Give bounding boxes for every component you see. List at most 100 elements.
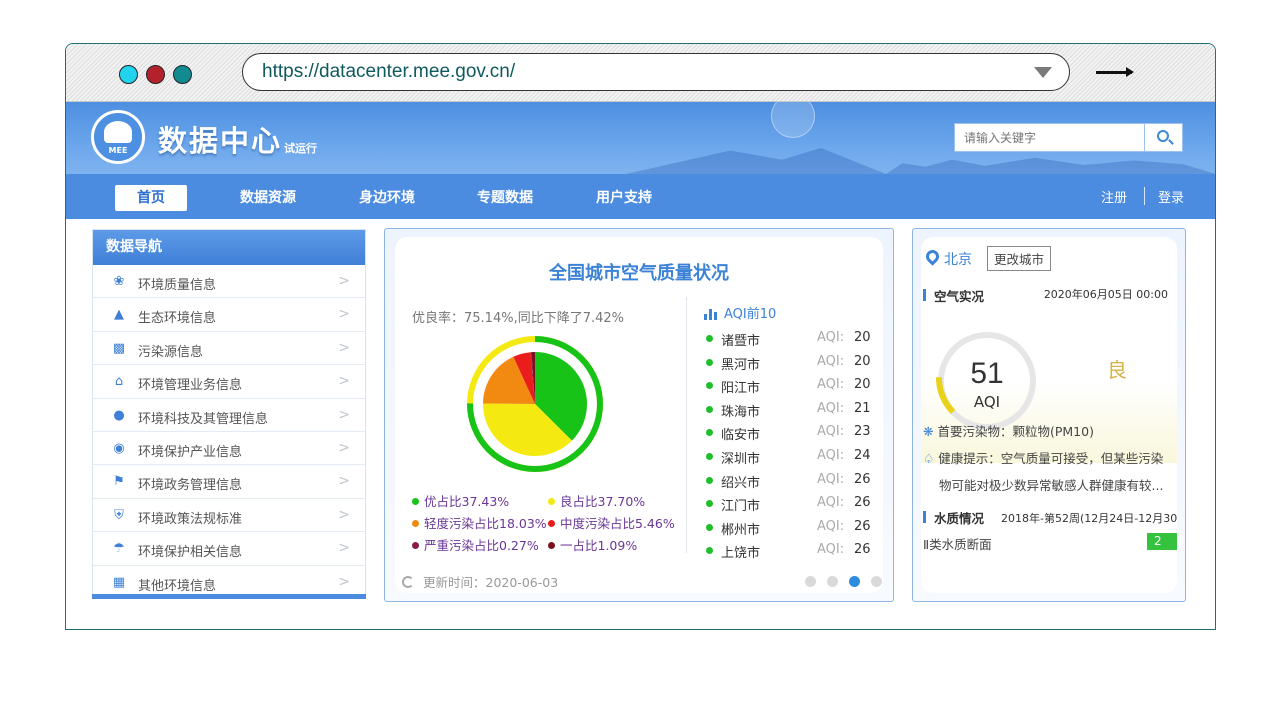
nav-item-user-support[interactable]: 用户支持 xyxy=(596,185,652,211)
sidebar-item-ecology[interactable]: ▲ 生态环境信息 > xyxy=(93,298,365,332)
aqi-label: AQI: xyxy=(817,542,845,558)
good-rate-text: 优良率：75.14%,同比下降了7.42% xyxy=(412,311,624,326)
city-name: 江门市 xyxy=(721,499,761,515)
aqi-city-row[interactable]: 绍兴市 AQI: 26 xyxy=(704,470,874,492)
aqi-city-row[interactable]: 上饶市 AQI: 26 xyxy=(704,540,874,562)
aqi-value: 20 xyxy=(854,377,871,393)
chevron-right-icon: > xyxy=(338,506,350,523)
aqi-value: 24 xyxy=(854,448,871,463)
browser-toolbar: https://datacenter.mee.gov.cn/ xyxy=(66,44,1215,102)
window-control-dot[interactable] xyxy=(146,65,165,84)
shield-icon: ⛨ xyxy=(114,507,124,523)
aqi-value: 26 xyxy=(854,495,871,511)
aqi-city-row[interactable]: 临安市 AQI: 23 xyxy=(704,422,874,444)
city-name: 上饶市 xyxy=(721,546,761,562)
change-city-button[interactable]: 更改城市 xyxy=(987,246,1052,271)
air-quality-panel: 全国城市空气质量状况 优良率：75.14%,同比下降了7.42% 优占比37.4… xyxy=(384,228,894,602)
location-pin-icon xyxy=(923,247,942,266)
site-title[interactable]: 数据中心 xyxy=(158,118,282,160)
sidebar-footer-bar xyxy=(92,594,366,599)
air-quality-pie-chart xyxy=(465,334,605,474)
house-icon: ⌂ xyxy=(114,374,124,390)
city-name: 诸暨市 xyxy=(721,334,761,349)
leaf-icon: ❀ xyxy=(113,274,125,289)
header-decoration xyxy=(626,148,886,174)
sidebar-item-label: 环境保护产业信息 xyxy=(138,444,243,460)
nav-item-thematic-data[interactable]: 专题数据 xyxy=(477,185,533,211)
city-name: 珠海市 xyxy=(721,404,761,420)
sidebar-item-label: 环境政务管理信息 xyxy=(138,478,243,494)
aqi-city-row[interactable]: 诸暨市 AQI: 20 xyxy=(704,328,874,350)
sidebar-item-label: 环境科技及其管理信息 xyxy=(138,411,269,427)
sidebar-title: 数据导航 xyxy=(93,230,365,265)
sidebar-item-government[interactable]: ⚑ 环境政务管理信息 > xyxy=(93,465,365,499)
grid-icon: ▦ xyxy=(112,574,126,590)
register-link[interactable]: 注册 xyxy=(1101,187,1127,206)
aqi-value: 51 xyxy=(970,357,1004,390)
search-button[interactable] xyxy=(1144,124,1182,151)
nav-item-nearby-environment[interactable]: 身边环境 xyxy=(359,185,415,211)
status-dot xyxy=(706,429,713,437)
sidebar-item-pollution-source[interactable]: ▩ 污染源信息 > xyxy=(93,332,365,366)
carousel-dot[interactable] xyxy=(805,576,816,587)
aqi-city-row[interactable]: 深圳市 AQI: 24 xyxy=(704,446,874,468)
arrow-right-icon[interactable] xyxy=(1096,67,1134,77)
status-dot xyxy=(706,335,713,342)
window-control-dot[interactable] xyxy=(173,65,192,84)
sidebar-item-label: 生态环境信息 xyxy=(138,311,217,327)
aqi-city-row[interactable]: 珠海市 AQI: 21 xyxy=(704,399,874,421)
aqi-city-row[interactable]: 阳江市 AQI: 20 xyxy=(704,375,874,397)
bell-icon: ♤ xyxy=(923,451,935,466)
aqi-city-row[interactable]: 郴州市 AQI: 26 xyxy=(704,517,874,539)
nav-divider xyxy=(1144,187,1145,205)
search-input[interactable] xyxy=(955,124,1146,151)
carousel-dot[interactable] xyxy=(827,576,838,587)
health-tip-continued[interactable]: 物可能对极少数异常敏感人群健康有较... xyxy=(939,475,1163,494)
city-name: 郴州市 xyxy=(721,522,761,538)
aqi-value: 23 xyxy=(854,424,871,440)
sidebar-item-label: 环境管理业务信息 xyxy=(138,378,243,394)
sidebar-item-policy[interactable]: ⛨ 环境政策法规标准 > xyxy=(93,499,365,533)
chevron-right-icon: > xyxy=(338,406,350,423)
chevron-down-icon[interactable] xyxy=(1034,67,1052,78)
sidebar-item-related[interactable]: ☂ 环境保护相关信息 > xyxy=(93,532,365,566)
status-dot xyxy=(706,476,713,484)
refresh-icon[interactable] xyxy=(402,576,414,588)
city-name: 深圳市 xyxy=(721,452,761,467)
status-dot xyxy=(706,405,713,413)
aqi-value: 21 xyxy=(854,400,871,416)
water-class: Ⅱ类水质断面 xyxy=(923,537,992,552)
aqi-value: 20 xyxy=(854,330,871,345)
aqi-label: AQI: xyxy=(817,471,845,487)
aqi-label: AQI: xyxy=(817,518,845,534)
aqi-label: AQI: xyxy=(817,424,845,440)
water-count-badge[interactable]: 2个 xyxy=(1147,533,1177,565)
header-moon xyxy=(771,102,815,138)
local-air-panel: 北京 更改城市 空气实况 2020年06月05日 00:00 51 AQI 良 … xyxy=(912,228,1186,602)
aqi-value: 20 xyxy=(854,353,871,369)
aqi-value: 26 xyxy=(854,542,871,558)
aqi-city-row[interactable]: 黑河市 AQI: 20 xyxy=(704,352,874,374)
chevron-right-icon: > xyxy=(338,573,350,590)
carousel-dot[interactable] xyxy=(849,576,860,587)
site-subtitle: 试运行 xyxy=(284,142,317,155)
sidebar-item-environment-quality[interactable]: ❀ 环境质量信息 > xyxy=(93,265,365,299)
address-url[interactable]: https://datacenter.mee.gov.cn/ xyxy=(262,61,515,83)
window-control-dot[interactable] xyxy=(119,65,138,84)
aqi-label: AQI: xyxy=(817,353,845,369)
status-dot xyxy=(706,453,713,460)
aqi-city-row[interactable]: 江门市 AQI: 26 xyxy=(704,493,874,515)
site-search xyxy=(954,123,1183,152)
sidebar-item-management[interactable]: ⌂ 环境管理业务信息 > xyxy=(93,365,365,399)
bar-chart-icon xyxy=(704,308,718,320)
aqi-value: 26 xyxy=(854,518,871,534)
sidebar-item-industry[interactable]: ◉ 环境保护产业信息 > xyxy=(93,432,365,466)
nav-item-data-resources[interactable]: 数据资源 xyxy=(240,185,296,211)
carousel-dot[interactable] xyxy=(871,576,882,587)
login-link[interactable]: 登录 xyxy=(1158,187,1184,206)
legend-item: 严重污染占比0.27% xyxy=(412,535,539,554)
ministry-logo[interactable]: MEE xyxy=(91,110,145,164)
sidebar-item-technology[interactable]: ● 环境科技及其管理信息 > xyxy=(93,399,365,432)
address-bar[interactable]: https://datacenter.mee.gov.cn/ xyxy=(242,53,1070,91)
nav-item-home[interactable]: 首页 xyxy=(115,185,187,211)
